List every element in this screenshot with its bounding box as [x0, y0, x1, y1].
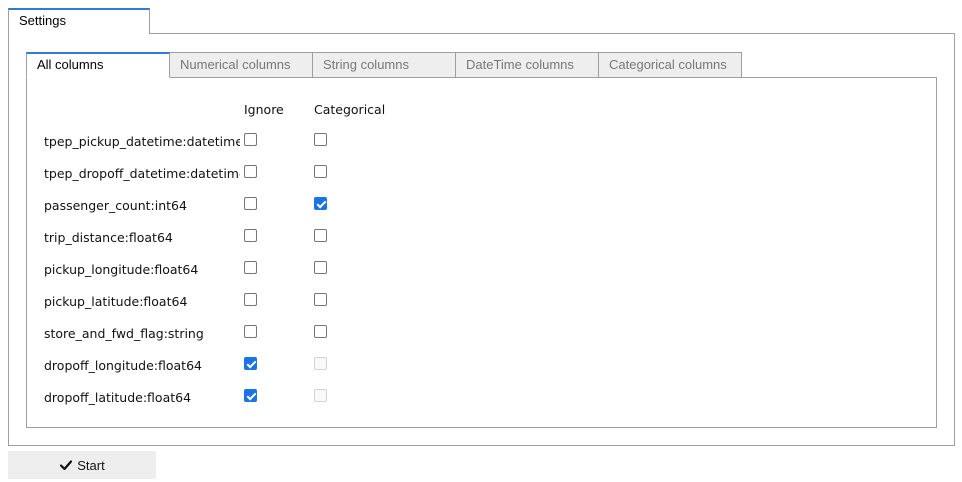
- column-name-label: pickup_latitude:float64: [44, 294, 188, 309]
- tab-categorical-columns[interactable]: Categorical columns: [599, 52, 742, 78]
- categorical-checkbox[interactable]: [314, 197, 327, 210]
- ignore-header: Ignore: [244, 102, 284, 117]
- column-name-label: passenger_count:int64: [44, 198, 187, 213]
- column-tabs: All columns Numerical columns String col…: [26, 52, 742, 78]
- ignore-checkbox[interactable]: [244, 229, 257, 242]
- categorical-checkbox[interactable]: [314, 261, 327, 274]
- column-name-label: dropoff_longitude:float64: [44, 358, 202, 373]
- categorical-checkbox[interactable]: [314, 133, 327, 146]
- check-icon: [60, 460, 73, 471]
- tab-settings-label: Settings: [19, 13, 66, 28]
- categorical-checkbox[interactable]: [314, 325, 327, 338]
- categorical-checkbox: [314, 389, 327, 402]
- ignore-checkbox[interactable]: [244, 133, 257, 146]
- ignore-checkbox[interactable]: [244, 389, 257, 402]
- categorical-header: Categorical: [314, 102, 386, 117]
- column-name-label: tpep_pickup_datetime:datetime64[ns]: [44, 134, 240, 149]
- column-name-label: dropoff_latitude:float64: [44, 390, 192, 405]
- ignore-checkbox[interactable]: [244, 293, 257, 306]
- tab-settings[interactable]: Settings: [8, 8, 150, 34]
- ignore-checkbox[interactable]: [244, 197, 257, 210]
- categorical-checkbox[interactable]: [314, 229, 327, 242]
- categorical-checkbox: [314, 357, 327, 370]
- start-button[interactable]: Start: [8, 451, 156, 479]
- all-columns-panel: [26, 77, 937, 428]
- ignore-checkbox[interactable]: [244, 261, 257, 274]
- categorical-checkbox[interactable]: [314, 293, 327, 306]
- tab-string-columns[interactable]: String columns: [313, 52, 456, 78]
- tab-all-columns[interactable]: All columns: [26, 52, 170, 78]
- tab-datetime-columns[interactable]: DateTime columns: [456, 52, 599, 78]
- start-button-label: Start: [77, 457, 105, 473]
- ignore-checkbox[interactable]: [244, 325, 257, 338]
- column-name-label: store_and_fwd_flag:string: [44, 326, 204, 341]
- categorical-checkbox[interactable]: [314, 165, 327, 178]
- column-name-label: tpep_dropoff_datetime:datetime64[ns]: [44, 166, 240, 181]
- ignore-checkbox[interactable]: [244, 165, 257, 178]
- tab-numerical-columns[interactable]: Numerical columns: [170, 52, 313, 78]
- ignore-checkbox[interactable]: [244, 357, 257, 370]
- column-name-label: trip_distance:float64: [44, 230, 173, 245]
- column-name-label: pickup_longitude:float64: [44, 262, 199, 277]
